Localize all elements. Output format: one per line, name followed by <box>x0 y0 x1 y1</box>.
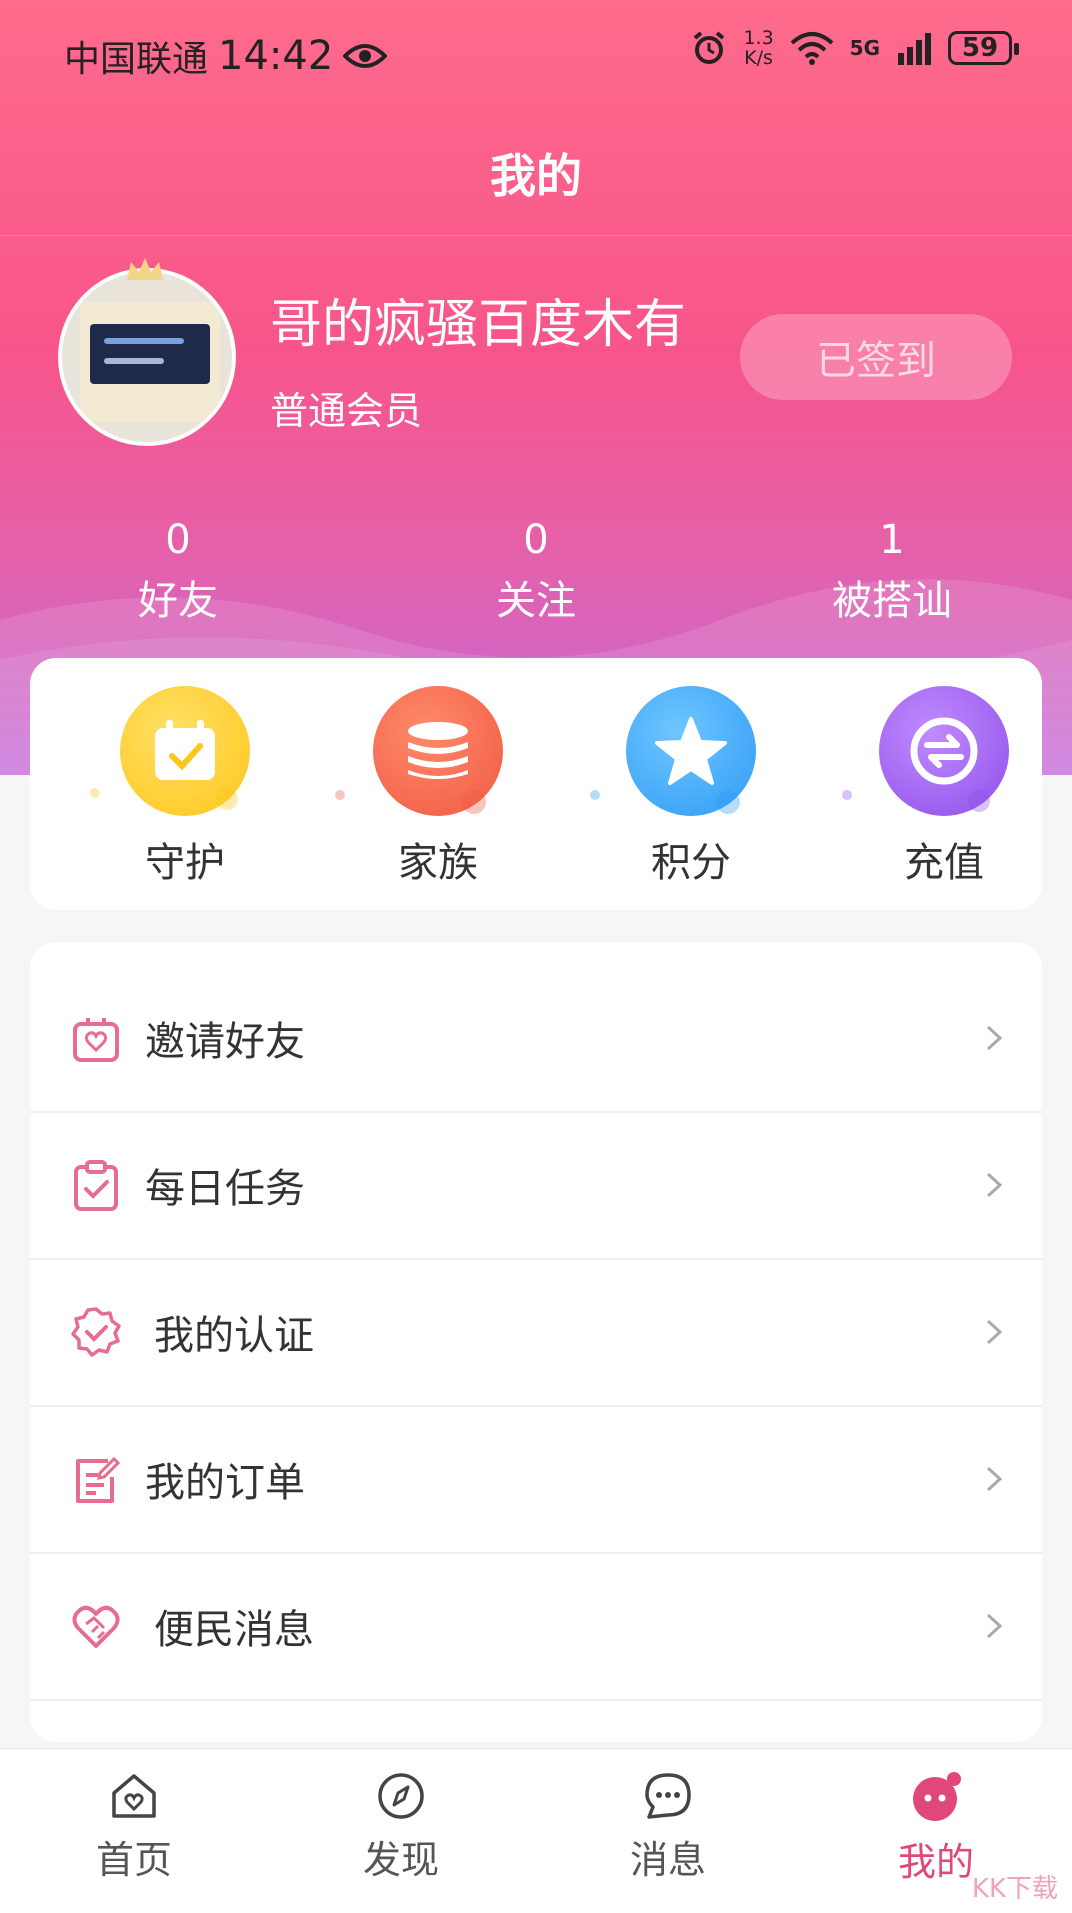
menu-item-label: 每日任务 <box>145 1165 305 1212</box>
gift-heart-icon <box>73 1017 119 1062</box>
decor-dot <box>590 790 600 800</box>
avatar[interactable] <box>58 268 236 446</box>
verified-badge-icon <box>71 1306 121 1357</box>
recharge-icon <box>879 686 1009 816</box>
tab-messages[interactable]: 消息 <box>568 1771 768 1884</box>
decor-dot <box>716 790 740 814</box>
menu-item-label: 便民消息 <box>154 1606 314 1653</box>
quick-action-recharge[interactable]: 充值 <box>864 686 1024 888</box>
stat-friends[interactable]: 0 好友 <box>48 515 308 631</box>
signed-in-button[interactable]: 已签到 <box>740 314 1012 400</box>
chevron-right-icon <box>986 1613 1003 1638</box>
username: 哥的疯骚百度木有 <box>270 295 687 355</box>
stat-approached[interactable]: 1 被搭讪 <box>762 515 1022 631</box>
crown-icon <box>127 258 163 280</box>
decor-dot <box>968 790 990 812</box>
stat-following[interactable]: 0 关注 <box>406 515 666 631</box>
header-divider <box>0 235 1072 236</box>
member-level: 普通会员 <box>270 389 423 433</box>
home-heart-icon <box>112 1774 156 1818</box>
tab-home[interactable]: 首页 <box>34 1771 234 1884</box>
menu-item-label: 邀请好友 <box>145 1018 305 1065</box>
order-edit-icon <box>76 1456 121 1503</box>
menu-item-convenience-news[interactable]: 便民消息 <box>30 1552 1042 1701</box>
compass-icon <box>378 1773 424 1819</box>
bottom-tab-bar: 首页 发现 消息 我的 KK下载 <box>0 1748 1072 1913</box>
menu-item-label: 我的认证 <box>154 1312 314 1359</box>
chevron-right-icon <box>986 1319 1003 1344</box>
quick-action-points[interactable]: 积分 <box>611 686 771 888</box>
stat-label: 好友 <box>138 578 218 624</box>
tab-label: 首页 <box>95 1838 172 1882</box>
quick-action-label: 家族 <box>398 840 478 886</box>
chat-bubble-icon <box>645 1773 691 1819</box>
quick-action-label: 守护 <box>145 840 225 886</box>
decor-dot <box>90 788 100 798</box>
quick-actions-card: 守护 家族 积分 充值 <box>30 658 1042 910</box>
chevron-right-icon <box>986 1025 1003 1050</box>
battery-indicator: 59 <box>948 31 1019 65</box>
watermark: KK下载 <box>971 1874 1058 1904</box>
menu-item-invite-friends[interactable]: 邀请好友 <box>30 964 1042 1113</box>
tab-label: 发现 <box>362 1838 439 1882</box>
menu-item-my-verification[interactable]: 我的认证 <box>30 1258 1042 1407</box>
tab-label: 消息 <box>629 1838 706 1882</box>
clock: 14:42 <box>218 33 334 79</box>
decor-dot <box>335 790 345 800</box>
avatar-image <box>80 302 220 422</box>
quick-action-family[interactable]: 家族 <box>358 686 518 888</box>
menu-item-my-orders[interactable]: 我的订单 <box>30 1405 1042 1554</box>
menu-item-label: 我的订单 <box>145 1459 305 1506</box>
signal-icon <box>898 33 931 65</box>
decor-dot <box>462 790 486 814</box>
chevron-right-icon <box>986 1466 1003 1491</box>
handshake-heart-icon <box>72 1605 120 1648</box>
chevron-right-icon <box>986 1172 1003 1197</box>
clipboard-check-icon <box>74 1159 118 1211</box>
stat-label: 关注 <box>496 578 576 624</box>
profile-face-icon <box>913 1772 961 1821</box>
wifi-icon <box>790 32 833 65</box>
quick-action-label: 积分 <box>651 840 731 886</box>
alarm-icon <box>694 31 725 64</box>
decor-dot <box>842 790 852 800</box>
stat-value: 0 <box>165 517 191 563</box>
menu-list: 邀请好友 每日任务 我的认证 我的订单 便民消息 <box>30 942 1042 1742</box>
carrier-label: 中国联通 <box>64 39 209 80</box>
tab-discover[interactable]: 发现 <box>301 1771 501 1884</box>
stat-value: 0 <box>523 517 549 563</box>
menu-item-daily-tasks[interactable]: 每日任务 <box>30 1111 1042 1260</box>
quick-action-guard[interactable]: 守护 <box>105 686 265 888</box>
eye-icon <box>343 44 388 68</box>
stat-label: 被搭讪 <box>832 578 952 624</box>
status-bar: 中国联通 14:42 1.3 K/s 5G 59 <box>0 0 1072 110</box>
decor-dot <box>216 788 238 810</box>
quick-action-label: 充值 <box>904 840 984 886</box>
network-type: 5G <box>849 36 880 60</box>
network-speed: 1.3 K/s <box>743 27 774 69</box>
stat-value: 1 <box>879 517 905 563</box>
page-title: 我的 <box>490 149 582 203</box>
